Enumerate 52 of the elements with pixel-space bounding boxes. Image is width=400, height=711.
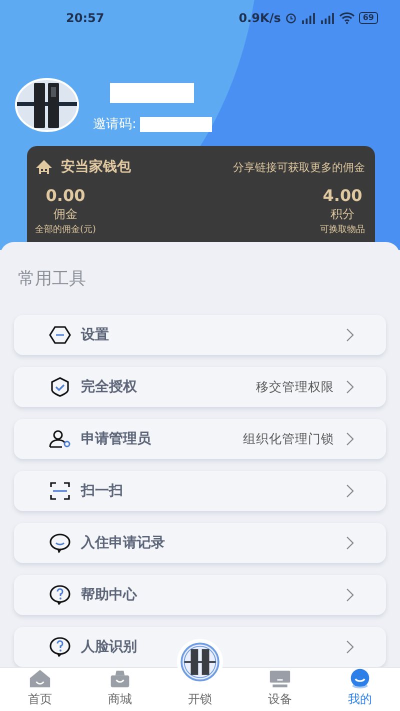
- clock-time: 20:57: [66, 11, 104, 25]
- tab[interactable]: 我的: [320, 668, 400, 711]
- shield-check-icon: [49, 377, 71, 397]
- stat-value: 0.00: [46, 186, 86, 206]
- menu-label: 设置: [81, 326, 110, 344]
- menu-item[interactable]: 申请管理员 组织化管理门锁: [14, 419, 386, 459]
- chat-bubble-icon: [49, 533, 71, 553]
- menu-item[interactable]: 入住申请记录: [14, 523, 386, 563]
- alarm-icon: [284, 12, 297, 24]
- menu-detail: 移交管理权限: [256, 378, 334, 396]
- menu-label: 扫一扫: [81, 482, 124, 500]
- tab[interactable]: 设备: [240, 668, 320, 711]
- stat-label: 积分: [330, 206, 354, 223]
- menu-item[interactable]: 完全授权 移交管理权限: [14, 367, 386, 407]
- chevron-right-icon: [346, 328, 354, 342]
- menu-item[interactable]: 人脸识别: [14, 627, 386, 667]
- user-icon: [49, 429, 71, 449]
- menu-item[interactable]: 扫一扫: [14, 471, 386, 511]
- wallet-title: 安当家钱包: [61, 158, 132, 176]
- help-icon: [49, 585, 71, 605]
- stat-value: 4.00: [322, 186, 362, 206]
- menu-label: 人脸识别: [81, 638, 138, 656]
- stat-note: 可换取物品: [320, 224, 365, 237]
- stat-label: 佣金: [54, 206, 78, 223]
- battery-indicator: 69: [358, 12, 378, 24]
- invite-code-label: 邀请码:: [93, 116, 136, 133]
- menu-label: 入住申请记录: [81, 534, 166, 552]
- menu-label: 帮助中心: [81, 586, 138, 604]
- help-icon: [49, 637, 71, 657]
- section-title: 常用工具: [17, 268, 87, 290]
- menu-item[interactable]: 设置: [14, 315, 386, 355]
- chevron-right-icon: [346, 588, 354, 602]
- network-speed: 0.9K/s: [238, 11, 281, 25]
- signal-icon: [320, 12, 335, 24]
- tab[interactable]: 首页: [0, 668, 80, 711]
- chevron-right-icon: [346, 536, 354, 550]
- chevron-right-icon: [346, 380, 354, 394]
- chevron-right-icon: [346, 640, 354, 654]
- house-icon: [35, 159, 53, 175]
- menu-item[interactable]: 帮助中心: [14, 575, 386, 615]
- menu-label: 申请管理员: [81, 430, 152, 448]
- wifi-icon: [338, 12, 355, 24]
- stat-note: 全部的佣金(元): [35, 224, 96, 237]
- signal-icon: [300, 12, 316, 24]
- menu-detail: 组织化管理门锁: [243, 430, 334, 448]
- chevron-right-icon: [346, 484, 354, 498]
- wallet-hint: 分享链接可获取更多的佣金: [233, 160, 365, 174]
- menu-label: 完全授权: [81, 378, 138, 396]
- scan-icon: [49, 481, 71, 501]
- hexagon-icon: [49, 325, 71, 345]
- chevron-right-icon: [346, 432, 354, 446]
- tab[interactable]: 商城: [80, 668, 160, 711]
